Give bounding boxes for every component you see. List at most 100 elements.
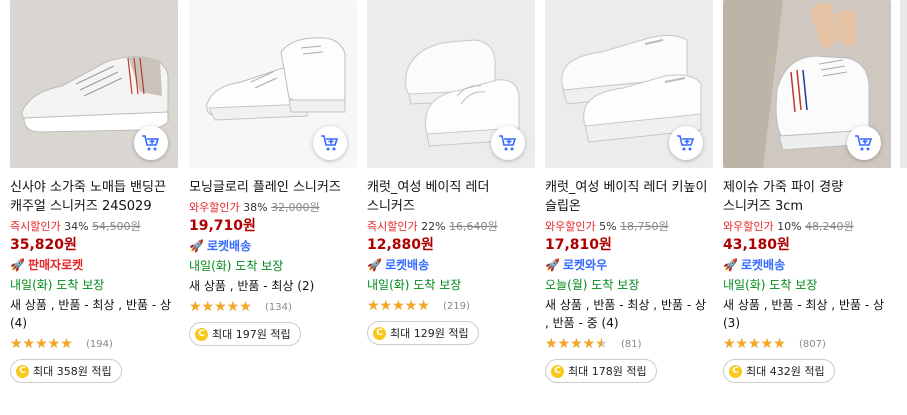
- discount-row: 즉시할인가 22% 16,640원: [367, 219, 535, 235]
- badge-label: 로켓와우: [562, 258, 608, 272]
- star-rating: ★★★★★ ★★★★★: [10, 337, 73, 351]
- product-name[interactable]: 제이슈 가죽 파이 경량 스니커즈 3cm: [723, 178, 891, 216]
- condition-options[interactable]: 새 상품 , 반품 - 최상 (2): [189, 277, 357, 295]
- discount-label: 와우할인가: [545, 220, 596, 233]
- sale-price: 35,820원: [10, 237, 77, 253]
- cart-icon: [142, 135, 160, 151]
- product-name[interactable]: 모닝글로리 플레인 스니커즈: [189, 178, 357, 197]
- rocket-icon: 🚀: [189, 239, 204, 253]
- delivery-badge: 🚀 로켓배송: [723, 256, 891, 274]
- badge-label: 판매자로켓: [27, 258, 84, 272]
- sale-price: 43,180원: [723, 237, 790, 253]
- reward-label: 최대 432원 적립: [746, 365, 825, 378]
- reward-chip: C 최대 358원 적립: [10, 359, 122, 383]
- rating: ★★★★★ ★★★★★ (134): [189, 300, 357, 314]
- coin-icon: C: [195, 327, 208, 341]
- badge-label: 로켓배송: [384, 258, 430, 272]
- discount-percent: 34%: [64, 220, 89, 233]
- condition-options[interactable]: 새 상품 , 반품 - 최상 , 반품 - 상 (3): [723, 296, 891, 332]
- rocket-wow-icon: 🚀: [545, 258, 560, 272]
- product-card[interactable]: 제이슈 가죽 파이 경량 스니커즈 3cm 와우할인가 10% 48,240원 …: [723, 0, 891, 383]
- delivery-guarantee: 내일(화) 도착 보장: [10, 278, 105, 292]
- sale-price: 19,710원: [189, 218, 256, 234]
- product-image[interactable]: [367, 0, 535, 168]
- reward-chip: C 최대 432원 적립: [723, 359, 835, 383]
- rocket-icon: 🚀: [723, 258, 738, 272]
- condition-options[interactable]: 새 상품 , 반품 - 최상 , 반품 - 상 , 반품 - 중 (4): [545, 296, 713, 332]
- coin-icon: C: [373, 326, 386, 340]
- star-rating: ★★★★★ ★★★★★: [189, 300, 252, 314]
- product-card[interactable]: 캐럿_여성 베이직 레더 스니커즈 즉시할인가 22% 16,640원 12,8…: [367, 0, 535, 345]
- product-image[interactable]: [723, 0, 891, 168]
- add-to-cart-button[interactable]: [313, 126, 347, 160]
- discount-label: 즉시할인가: [367, 220, 418, 233]
- rating: ★★★★★ ★★★★★ (219): [367, 299, 535, 313]
- rating: ★★★★★ ★★★★★ (81): [545, 337, 713, 351]
- reward-label: 최대 178원 적립: [568, 365, 647, 378]
- original-price: 16,640원: [449, 220, 498, 233]
- reward-label: 최대 129원 적립: [390, 327, 469, 340]
- review-count: (219): [443, 300, 470, 312]
- review-count: (807): [799, 338, 826, 350]
- coin-icon: C: [551, 364, 564, 378]
- next-product-image-partial[interactable]: [900, 0, 907, 168]
- original-price: 48,240원: [805, 220, 854, 233]
- review-count: (81): [621, 338, 642, 350]
- star-rating: ★★★★★ ★★★★★: [723, 337, 786, 351]
- cart-icon: [677, 135, 695, 151]
- delivery-badge: 🚀 로켓와우: [545, 256, 713, 274]
- coin-icon: C: [729, 364, 742, 378]
- reward-chip: C 최대 129원 적립: [367, 321, 479, 345]
- cart-icon: [855, 135, 873, 151]
- reward-label: 최대 358원 적립: [33, 365, 112, 378]
- delivery-badge: 🚀 로켓배송: [367, 256, 535, 274]
- star-rating: ★★★★★ ★★★★★: [367, 299, 430, 313]
- product-name[interactable]: 신사야 소가죽 노매듭 밴딩끈 캐주얼 스니커즈 24S029: [10, 178, 178, 216]
- product-name[interactable]: 캐럿_여성 베이직 레더 스니커즈: [367, 178, 535, 216]
- add-to-cart-button[interactable]: [847, 126, 881, 160]
- sale-price: 17,810원: [545, 237, 612, 253]
- discount-percent: 5%: [599, 220, 617, 233]
- discount-row: 와우할인가 10% 48,240원: [723, 219, 891, 235]
- delivery-badge: 🚀 판매자로켓: [10, 256, 178, 274]
- add-to-cart-button[interactable]: [134, 126, 168, 160]
- discount-row: 와우할인가 5% 18,750원: [545, 219, 713, 235]
- add-to-cart-button[interactable]: [491, 126, 525, 160]
- discount-percent: 10%: [777, 220, 802, 233]
- add-to-cart-button[interactable]: [669, 126, 703, 160]
- cart-icon: [499, 135, 517, 151]
- discount-percent: 38%: [243, 201, 268, 214]
- delivery-guarantee: 내일(화) 도착 보장: [723, 278, 818, 292]
- review-count: (134): [265, 301, 292, 313]
- badge-label: 로켓배송: [740, 258, 786, 272]
- star-rating: ★★★★★ ★★★★★: [545, 337, 608, 351]
- product-image[interactable]: [189, 0, 357, 168]
- product-image[interactable]: [545, 0, 713, 168]
- rocket-icon: 🚀: [367, 258, 382, 272]
- delivery-guarantee: 오늘(월) 도착 보장: [545, 278, 640, 292]
- reward-chip: C 최대 197원 적립: [189, 322, 301, 346]
- cart-icon: [321, 135, 339, 151]
- product-name[interactable]: 캐럿_여성 베이직 레더 키높이 슬립온: [545, 178, 713, 216]
- discount-row: 와우할인가 38% 32,000원: [189, 200, 357, 216]
- rating: ★★★★★ ★★★★★ (194): [10, 337, 178, 351]
- discount-row: 즉시할인가 34% 54,500원: [10, 219, 178, 235]
- rocket-icon: 🚀: [10, 258, 25, 272]
- sale-price: 12,880원: [367, 237, 434, 253]
- original-price: 54,500원: [92, 220, 141, 233]
- product-image[interactable]: [10, 0, 178, 168]
- discount-percent: 22%: [421, 220, 446, 233]
- rating: ★★★★★ ★★★★★ (807): [723, 337, 891, 351]
- coin-icon: C: [16, 364, 29, 378]
- delivery-guarantee: 내일(화) 도착 보장: [189, 259, 284, 273]
- badge-label: 로켓배송: [206, 239, 252, 253]
- original-price: 18,750원: [620, 220, 669, 233]
- delivery-guarantee: 내일(화) 도착 보장: [367, 278, 462, 292]
- product-card[interactable]: 캐럿_여성 베이직 레더 키높이 슬립온 와우할인가 5% 18,750원 17…: [545, 0, 713, 383]
- product-card[interactable]: 신사야 소가죽 노매듭 밴딩끈 캐주얼 스니커즈 24S029 즉시할인가 34…: [10, 0, 178, 383]
- condition-options[interactable]: 새 상품 , 반품 - 최상 , 반품 - 상 (4): [10, 296, 178, 332]
- review-count: (194): [86, 338, 113, 350]
- reward-chip: C 최대 178원 적립: [545, 359, 657, 383]
- discount-label: 즉시할인가: [10, 220, 61, 233]
- product-card[interactable]: 모닝글로리 플레인 스니커즈 와우할인가 38% 32,000원 19,710원…: [189, 0, 357, 346]
